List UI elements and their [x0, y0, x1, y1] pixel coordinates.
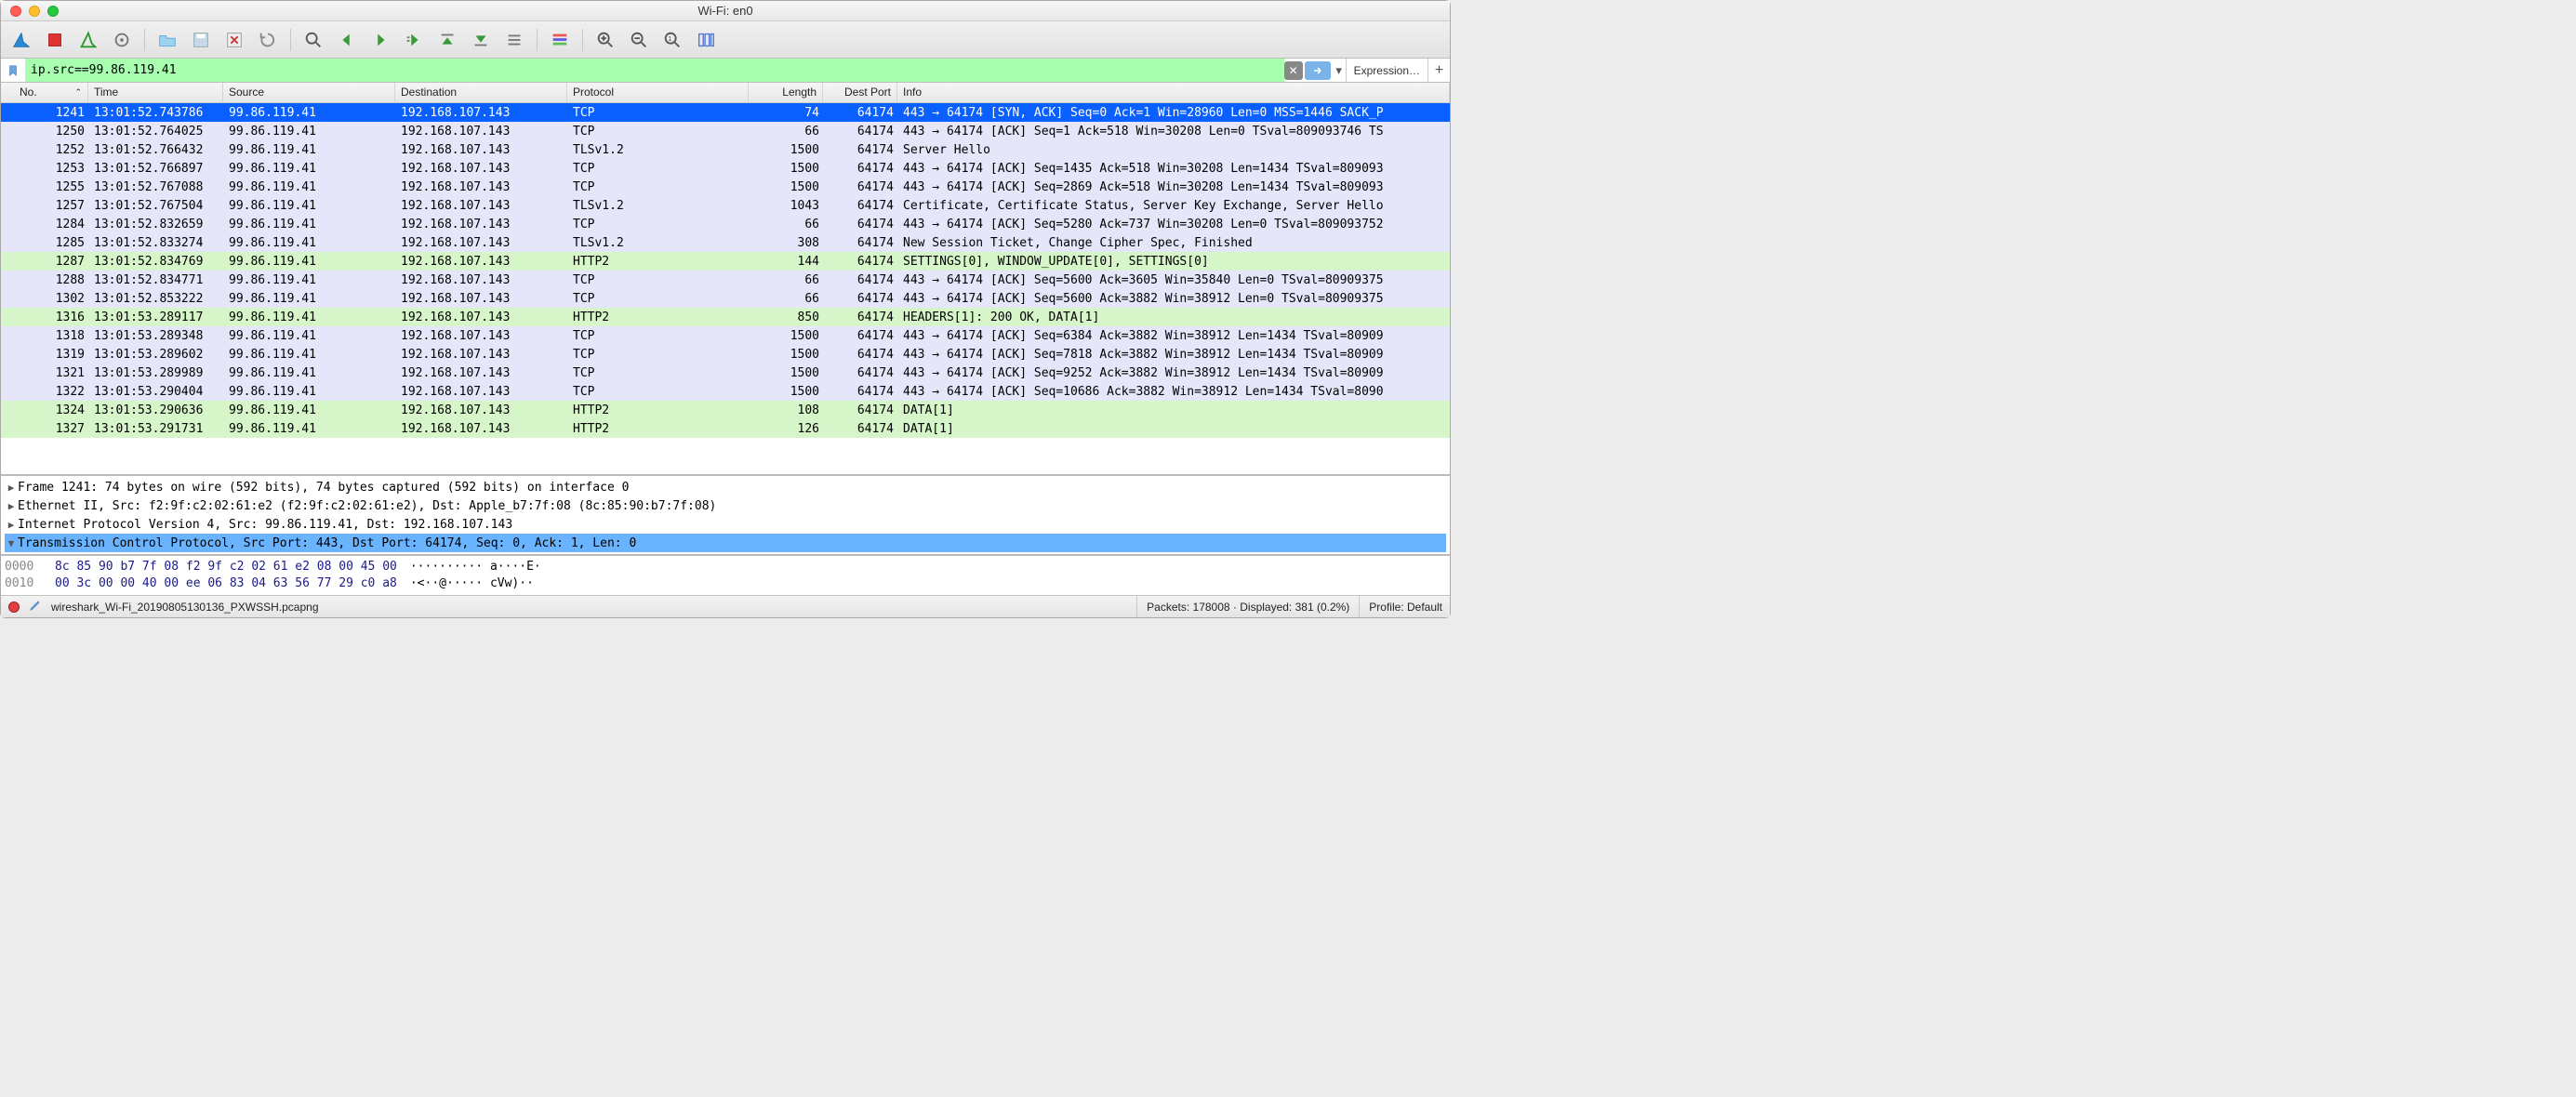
display-filter-bar: ✕ ▾ Expression… + — [1, 59, 1450, 83]
bookmark-filter-icon[interactable] — [5, 62, 21, 79]
stop-capture-button[interactable] — [40, 26, 70, 54]
toolbar-separator — [290, 29, 291, 51]
restart-capture-button[interactable] — [73, 26, 103, 54]
packet-row[interactable]: 132713:01:53.29173199.86.119.41192.168.1… — [1, 419, 1450, 438]
zoom-in-button[interactable] — [591, 26, 620, 54]
titlebar: Wi-Fi: en0 — [1, 1, 1450, 21]
colorize-button[interactable] — [545, 26, 575, 54]
window-title: Wi-Fi: en0 — [1, 4, 1450, 18]
packet-details-pane[interactable]: ▶Frame 1241: 74 bytes on wire (592 bits)… — [1, 476, 1450, 556]
resize-columns-button[interactable] — [691, 26, 721, 54]
capture-options-button[interactable] — [107, 26, 137, 54]
go-to-packet-button[interactable] — [399, 26, 429, 54]
column-header-destination[interactable]: Destination — [395, 83, 567, 102]
packet-row[interactable]: 128413:01:52.83265999.86.119.41192.168.1… — [1, 215, 1450, 233]
filter-history-dropdown[interactable]: ▾ — [1333, 63, 1346, 78]
column-header-no[interactable]: No.⌃ — [14, 83, 88, 102]
go-to-first-button[interactable] — [432, 26, 462, 54]
packet-list-pane: No.⌃ Time Source Destination Protocol Le… — [1, 83, 1450, 476]
packet-list-header: No.⌃ Time Source Destination Protocol Le… — [1, 83, 1450, 103]
packet-row[interactable]: 130213:01:52.85322299.86.119.41192.168.1… — [1, 289, 1450, 308]
column-header-destport[interactable]: Dest Port — [823, 83, 897, 102]
reload-file-button[interactable] — [253, 26, 283, 54]
packet-row[interactable]: 125013:01:52.76402599.86.119.41192.168.1… — [1, 122, 1450, 140]
expert-info-icon[interactable] — [8, 601, 20, 613]
display-filter-input[interactable] — [25, 59, 1284, 82]
toolbar-separator — [582, 29, 583, 51]
disclosure-triangle-icon[interactable]: ▶ — [5, 500, 18, 512]
capture-file-name: wireshark_Wi-Fi_20190805130136_PXWSSH.pc… — [51, 601, 319, 614]
apply-filter-button[interactable] — [1305, 61, 1331, 80]
main-toolbar: 1 — [1, 21, 1450, 59]
status-bar: wireshark_Wi-Fi_20190805130136_PXWSSH.pc… — [1, 595, 1450, 617]
edit-capture-comment-icon[interactable] — [29, 599, 42, 615]
disclosure-triangle-icon[interactable]: ▼ — [5, 537, 18, 549]
column-header-length[interactable]: Length — [749, 83, 823, 102]
zoom-out-button[interactable] — [624, 26, 654, 54]
packet-list-body[interactable]: 124113:01:52.74378699.86.119.41192.168.1… — [1, 103, 1450, 474]
packet-counts: Packets: 178008 · Displayed: 381 (0.2%) — [1136, 596, 1349, 617]
detail-tree-row[interactable]: ▶Internet Protocol Version 4, Src: 99.86… — [5, 515, 1446, 534]
close-file-button[interactable] — [219, 26, 249, 54]
open-file-button[interactable] — [153, 26, 182, 54]
go-back-button[interactable] — [332, 26, 362, 54]
svg-text:1: 1 — [668, 33, 671, 42]
detail-tree-row[interactable]: ▼Transmission Control Protocol, Src Port… — [5, 534, 1446, 552]
add-filter-button[interactable]: + — [1427, 59, 1450, 82]
disclosure-triangle-icon[interactable]: ▶ — [5, 519, 18, 531]
packet-row[interactable]: 128513:01:52.83327499.86.119.41192.168.1… — [1, 233, 1450, 252]
packet-row[interactable]: 128713:01:52.83476999.86.119.41192.168.1… — [1, 252, 1450, 271]
packet-row[interactable]: 125713:01:52.76750499.86.119.41192.168.1… — [1, 196, 1450, 215]
packet-row[interactable]: 131913:01:53.28960299.86.119.41192.168.1… — [1, 345, 1450, 363]
shark-fin-icon[interactable] — [7, 26, 36, 54]
toolbar-separator — [144, 29, 145, 51]
column-header-source[interactable]: Source — [223, 83, 395, 102]
expression-button[interactable]: Expression… — [1346, 59, 1427, 82]
packet-row[interactable]: 125313:01:52.76689799.86.119.41192.168.1… — [1, 159, 1450, 178]
column-header-protocol[interactable]: Protocol — [567, 83, 749, 102]
detail-tree-row[interactable]: ▶Frame 1241: 74 bytes on wire (592 bits)… — [5, 478, 1446, 496]
column-header-info[interactable]: Info — [897, 83, 1450, 102]
packet-row[interactable]: 125513:01:52.76708899.86.119.41192.168.1… — [1, 178, 1450, 196]
find-packet-button[interactable] — [299, 26, 328, 54]
column-header-time[interactable]: Time — [88, 83, 223, 102]
packet-row[interactable]: 125213:01:52.76643299.86.119.41192.168.1… — [1, 140, 1450, 159]
hex-row[interactable]: 001000 3c 00 00 40 00 ee 06 83 04 63 56 … — [5, 575, 1446, 591]
packet-row[interactable]: 132413:01:53.29063699.86.119.41192.168.1… — [1, 401, 1450, 419]
go-to-last-button[interactable] — [466, 26, 496, 54]
clear-filter-button[interactable]: ✕ — [1284, 61, 1303, 80]
disclosure-triangle-icon[interactable]: ▶ — [5, 482, 18, 494]
packet-bytes-pane[interactable]: 00008c 85 90 b7 7f 08 f2 9f c2 02 61 e2 … — [1, 556, 1450, 595]
hex-row[interactable]: 00008c 85 90 b7 7f 08 f2 9f c2 02 61 e2 … — [5, 558, 1446, 575]
packet-row[interactable]: 124113:01:52.74378699.86.119.41192.168.1… — [1, 103, 1450, 122]
packet-row[interactable]: 131613:01:53.28911799.86.119.41192.168.1… — [1, 308, 1450, 326]
detail-tree-row[interactable]: ▶Ethernet II, Src: f2:9f:c2:02:61:e2 (f2… — [5, 496, 1446, 515]
packet-row[interactable]: 132213:01:53.29040499.86.119.41192.168.1… — [1, 382, 1450, 401]
save-file-button[interactable] — [186, 26, 216, 54]
packet-row[interactable]: 132113:01:53.28998999.86.119.41192.168.1… — [1, 363, 1450, 382]
profile-label[interactable]: Profile: Default — [1359, 596, 1442, 617]
auto-scroll-button[interactable] — [499, 26, 529, 54]
sort-ascending-icon: ⌃ — [74, 87, 82, 98]
zoom-reset-button[interactable]: 1 — [657, 26, 687, 54]
packet-row[interactable]: 128813:01:52.83477199.86.119.41192.168.1… — [1, 271, 1450, 289]
toolbar-separator — [537, 29, 538, 51]
packet-row[interactable]: 131813:01:53.28934899.86.119.41192.168.1… — [1, 326, 1450, 345]
go-forward-button[interactable] — [365, 26, 395, 54]
